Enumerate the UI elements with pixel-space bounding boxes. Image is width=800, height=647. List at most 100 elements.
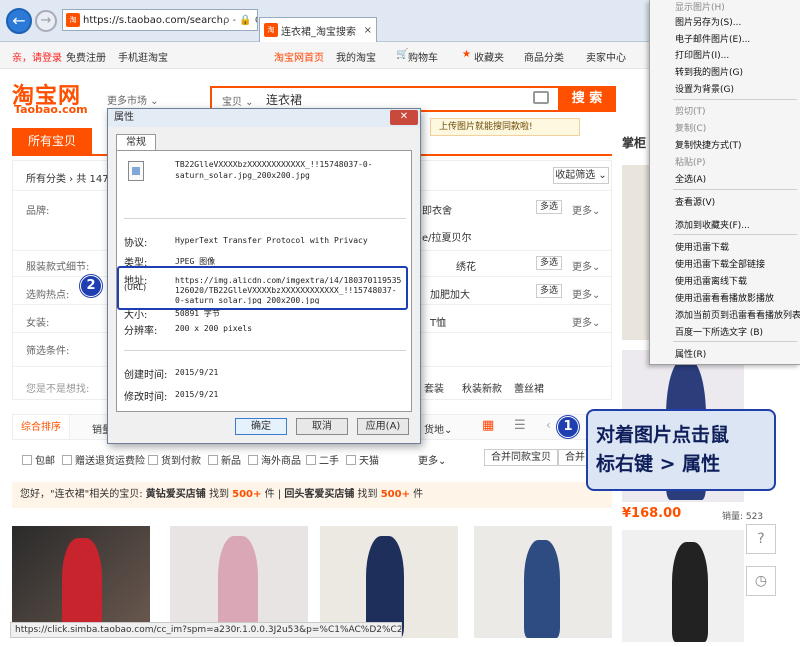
menu-item-baidu-search[interactable]: 百度一下所选文字 (B) bbox=[675, 325, 763, 338]
menu-item-thunder-download-all[interactable]: 使用迅雷下载全部链接 bbox=[675, 257, 765, 270]
more-button[interactable]: 更多⌄ bbox=[572, 202, 600, 217]
menu-item-thunder-play[interactable]: 使用迅雷看看播放影播放 bbox=[675, 291, 774, 304]
created-value: 2015/9/21 bbox=[175, 368, 219, 377]
forward-arrow-icon[interactable]: → bbox=[35, 10, 57, 32]
suggest-link[interactable]: 套装 bbox=[424, 380, 444, 395]
divider bbox=[124, 218, 406, 219]
address-bar-icons[interactable]: ρ - 🔒 C bbox=[223, 15, 257, 26]
checkbox-return-insurance[interactable]: 赠送退货运费险 bbox=[62, 452, 145, 467]
dialog-title: 属性 bbox=[108, 109, 420, 127]
tab-general[interactable]: 常规 bbox=[116, 134, 156, 151]
categories-link[interactable]: 商品分类 bbox=[524, 49, 564, 64]
recommend-image[interactable] bbox=[622, 530, 744, 642]
grid-view-icon[interactable]: ▦ bbox=[482, 418, 494, 433]
back-arrow-icon[interactable]: ← bbox=[6, 8, 32, 34]
menu-item-set-background[interactable]: 设置为背景(G) bbox=[675, 82, 734, 95]
location-dropdown[interactable]: 货地⌄ bbox=[424, 421, 452, 436]
menu-item-paste[interactable]: 粘贴(P) bbox=[675, 155, 705, 168]
more-button[interactable]: 更多⌄ bbox=[572, 258, 600, 273]
checkbox-free-shipping[interactable]: 包邮 bbox=[22, 452, 55, 467]
search-button[interactable]: 搜 索 bbox=[558, 86, 616, 112]
filter-value[interactable]: 绣花 bbox=[456, 258, 476, 273]
menu-item-thunder-offline[interactable]: 使用迅雷离线下载 bbox=[675, 274, 747, 287]
multi-select-button[interactable]: 多选 bbox=[536, 284, 562, 298]
upload-image-tip: 上传图片就能搜同款啦! bbox=[430, 118, 580, 136]
more-market-dropdown[interactable]: 更多市场 ⌄ bbox=[107, 92, 159, 107]
menu-item-cut[interactable]: 剪切(T) bbox=[675, 104, 706, 117]
browser-tab[interactable]: 淘 连衣裙_淘宝搜索 × bbox=[259, 17, 377, 42]
checkbox-new[interactable]: 新品 bbox=[208, 452, 241, 467]
checkbox-tmall[interactable]: 天猫 bbox=[346, 452, 379, 467]
sales-count: 销量: 523 bbox=[722, 512, 764, 522]
ok-button[interactable]: 确定 bbox=[235, 418, 287, 435]
suggest-link[interactable]: 蕾丝裙 bbox=[514, 380, 544, 395]
favicon-icon: 淘 bbox=[66, 13, 80, 27]
checkbox-second-hand[interactable]: 二手 bbox=[306, 452, 339, 467]
seller-center-link[interactable]: 卖家中心 bbox=[586, 49, 626, 64]
help-icon[interactable]: ? bbox=[746, 524, 776, 554]
did-you-mean-label: 您是不是想找: bbox=[26, 384, 90, 395]
menu-item-select-all[interactable]: 全选(A) bbox=[675, 172, 706, 185]
more-button[interactable]: 更多⌄ bbox=[572, 314, 600, 329]
cancel-button[interactable]: 取消 bbox=[296, 418, 348, 435]
menu-item-add-favorites[interactable]: 添加到收藏夹(F)... bbox=[675, 218, 750, 231]
address-text: https://s.taobao.com/search bbox=[83, 14, 223, 26]
more-options[interactable]: 更多⌄ bbox=[418, 452, 446, 467]
filter-value[interactable]: e/拉夏贝尔 bbox=[422, 229, 472, 244]
tab-favicon-icon: 淘 bbox=[264, 23, 278, 37]
filter-value[interactable]: T恤 bbox=[430, 314, 446, 329]
register-link[interactable]: 免费注册 bbox=[66, 49, 106, 64]
prev-page-icon[interactable]: ‹ bbox=[546, 418, 551, 432]
hint-brand-link[interactable]: 黄钻爱买店铺 bbox=[146, 489, 206, 500]
history-icon[interactable]: ◷ bbox=[746, 566, 776, 596]
resolution-label: 分辨率: bbox=[124, 326, 158, 337]
menu-item-copy-shortcut[interactable]: 复制快捷方式(T) bbox=[675, 138, 742, 151]
menu-item-save-image[interactable]: 图片另存为(S)... bbox=[675, 15, 741, 28]
login-link[interactable]: 亲，请登录 bbox=[12, 49, 62, 64]
menu-item-view-source[interactable]: 查看源(V) bbox=[675, 195, 715, 208]
my-taobao-link[interactable]: 我的淘宝 bbox=[336, 49, 376, 64]
cart-icon: 🛒 bbox=[396, 49, 409, 60]
protocol-value: HyperText Transfer Protocol with Privacy bbox=[175, 236, 368, 245]
sort-default[interactable]: 综合排序 bbox=[12, 414, 70, 440]
tab-all-items[interactable]: 所有宝贝 bbox=[12, 128, 92, 155]
tab-close-icon[interactable]: × bbox=[364, 25, 372, 36]
collapse-filter-button[interactable]: 收起筛选 ⌄ bbox=[553, 167, 609, 184]
product-image[interactable] bbox=[474, 526, 612, 638]
menu-item-thunder-playlist[interactable]: 添加当前页到迅雷看看播放列表 bbox=[675, 308, 800, 321]
cart-link[interactable]: 购物车 bbox=[408, 49, 438, 64]
checkbox-cod[interactable]: 货到付款 bbox=[148, 452, 201, 467]
step-badge-2: 2 bbox=[80, 275, 102, 297]
more-button[interactable]: 更多⌄ bbox=[572, 286, 600, 301]
menu-item-properties[interactable]: 属性(R) bbox=[675, 347, 706, 360]
suggest-link[interactable]: 秋装新款 bbox=[462, 380, 502, 395]
filter-value[interactable]: 加肥加大 bbox=[430, 286, 470, 301]
list-view-icon[interactable]: ☰ bbox=[514, 418, 526, 433]
step-badge-1: 1 bbox=[557, 416, 579, 438]
checkbox-overseas[interactable]: 海外商品 bbox=[248, 452, 301, 467]
address-highlight-box bbox=[117, 266, 408, 310]
home-link[interactable]: 淘宝网首页 bbox=[274, 49, 324, 64]
multi-select-button[interactable]: 多选 bbox=[536, 256, 562, 270]
mobile-link[interactable]: 手机逛淘宝 bbox=[118, 49, 168, 64]
search-category-select[interactable]: 宝贝 ⌄ bbox=[222, 93, 254, 108]
menu-item-my-pictures[interactable]: 转到我的图片(G) bbox=[675, 65, 743, 78]
menu-item-email-image[interactable]: 电子邮件图片(E)... bbox=[675, 32, 750, 45]
hint-repeat-link[interactable]: 回头客爱买店铺 bbox=[284, 489, 354, 500]
address-bar[interactable]: 淘 https://s.taobao.com/search ρ - 🔒 C bbox=[62, 9, 258, 31]
menu-item-show-image[interactable]: 显示图片(H) bbox=[675, 0, 725, 13]
apply-button[interactable]: 应用(A) bbox=[357, 418, 409, 435]
camera-icon[interactable] bbox=[533, 91, 549, 104]
search-input[interactable]: 连衣裙 bbox=[266, 91, 302, 108]
multi-select-button[interactable]: 多选 bbox=[536, 200, 562, 214]
shopkeeper-recommend: 掌柜 bbox=[622, 136, 647, 150]
merge-same-style-button[interactable]: 合并同款宝贝 bbox=[484, 449, 558, 466]
dialog-close-icon[interactable]: ✕ bbox=[390, 110, 418, 125]
favorites-link[interactable]: 收藏夹 bbox=[474, 49, 504, 64]
menu-item-copy[interactable]: 复制(C) bbox=[675, 121, 706, 134]
taobao-logo-sub: Taobao.com bbox=[14, 103, 88, 116]
hint-found: 找到 bbox=[357, 489, 378, 500]
menu-item-print-image[interactable]: 打印图片(I)... bbox=[675, 48, 729, 61]
menu-item-thunder-download[interactable]: 使用迅雷下载 bbox=[675, 240, 729, 253]
filter-value[interactable]: 即衣舍 bbox=[422, 202, 452, 217]
